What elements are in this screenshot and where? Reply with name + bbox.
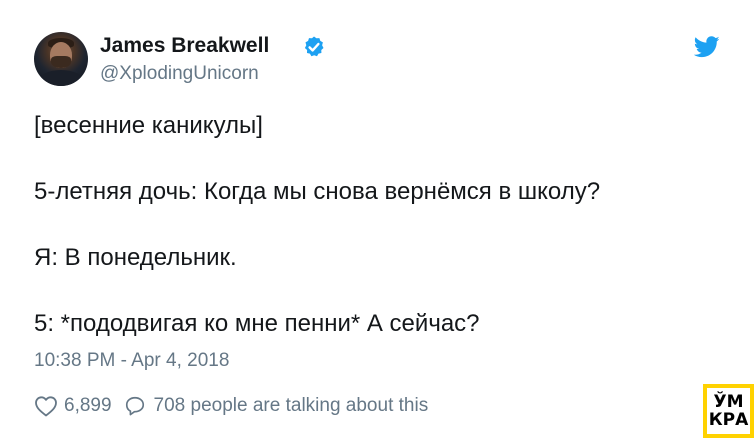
- tweet-line: [весенние каникулы]: [34, 112, 263, 139]
- author-handle[interactable]: @XplodingUnicorn: [100, 63, 259, 85]
- author-display-name[interactable]: James Breakwell: [100, 34, 269, 58]
- reply-icon[interactable]: [124, 395, 146, 417]
- tweet-text: [весенние каникулы] 5-летняя дочь: Когда…: [34, 114, 724, 336]
- talking-about-text[interactable]: 708 people are talking about this: [154, 395, 429, 417]
- tweet-line: Я: В понедельник.: [34, 244, 237, 271]
- tweet-line: 5: *пододвигая ко мне пенни* А сейчас?: [34, 310, 480, 337]
- watermark-logo: ЎМ КРА: [703, 384, 754, 438]
- tweet-line: 5-летняя дочь: Когда мы снова вернёмся в…: [34, 178, 601, 205]
- avatar[interactable]: [34, 32, 88, 86]
- verified-badge-icon: [304, 36, 324, 57]
- heart-icon[interactable]: [34, 395, 58, 417]
- action-bar: 6,899 708 people are talking about this: [34, 393, 428, 419]
- tweet-timestamp[interactable]: 10:38 PM - Apr 4, 2018: [34, 350, 229, 372]
- tweet-card: James Breakwell @XplodingUnicorn [весенн…: [0, 0, 755, 440]
- watermark-line-2: КРА: [708, 410, 749, 430]
- twitter-bird-icon[interactable]: [694, 36, 720, 58]
- watermark-line-1: ЎМ: [713, 392, 744, 412]
- like-count[interactable]: 6,899: [64, 395, 112, 417]
